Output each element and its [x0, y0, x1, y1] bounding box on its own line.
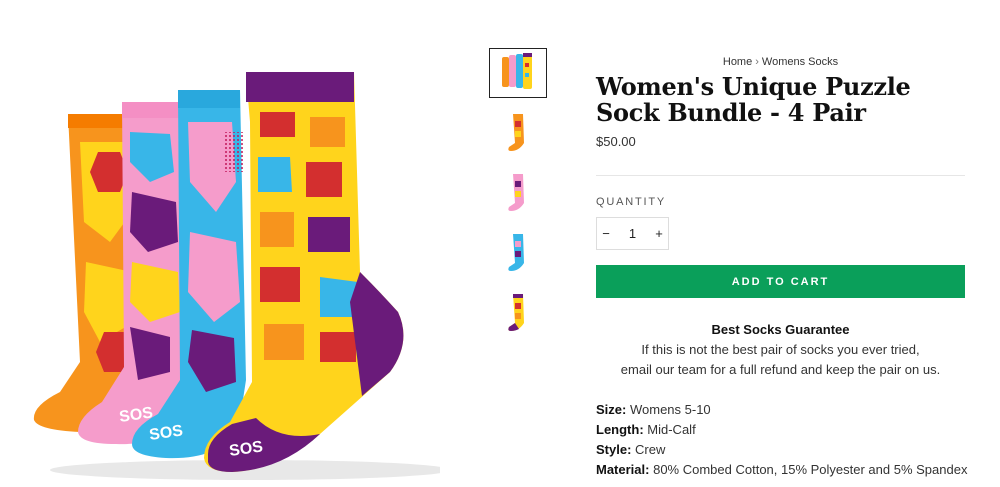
thumbnail-purple-sock[interactable] [489, 288, 547, 338]
product-price: $50.00 [596, 134, 636, 149]
spec-length: Length: Mid-Calf [596, 420, 965, 440]
thumbnail-blue-sock[interactable] [489, 228, 547, 278]
spec-material: Material: 80% Combed Cotton, 15% Polyest… [596, 460, 968, 480]
guarantee-block: Best Socks Guarantee If this is not the … [596, 322, 965, 377]
thumbnail-gallery [489, 48, 547, 348]
quantity-increase-button[interactable]: + [650, 226, 668, 241]
breadcrumb: Home › Womens Socks [596, 56, 965, 68]
divider [596, 175, 965, 176]
spec-size-key: Size: [596, 402, 627, 417]
spec-size: Size: Womens 5-10 [596, 400, 965, 420]
main-product-image[interactable]: SOS SOS SOS [20, 62, 450, 482]
guarantee-line-1: If this is not the best pair of socks yo… [641, 342, 920, 357]
guarantee-line-2: email our team for a full refund and kee… [620, 362, 941, 377]
spec-size-value: Womens 5-10 [629, 402, 711, 417]
spec-style: Style: Crew [596, 440, 965, 460]
quantity-label: QUANTITY [596, 196, 667, 208]
spec-length-value: Mid-Calf [647, 422, 696, 437]
breadcrumb-separator: › [755, 56, 759, 68]
product-title: Women's Unique Puzzle Sock Bundle - 4 Pa… [596, 72, 911, 127]
thumbnail-bundle[interactable] [489, 48, 547, 98]
quantity-decrease-button[interactable]: − [597, 226, 615, 241]
breadcrumb-home-link[interactable]: Home [723, 56, 752, 68]
thumbnail-pink-sock[interactable] [489, 168, 547, 218]
quantity-stepper: − 1 + [596, 217, 669, 250]
thumbnail-orange-sock[interactable] [489, 108, 547, 158]
add-to-cart-button[interactable]: ADD TO CART [596, 265, 965, 298]
product-specs: Size: Womens 5-10 Length: Mid-Calf Style… [596, 400, 968, 480]
product-info: Home › Womens Socks Women's Unique Puzzle … [596, 48, 968, 480]
spec-material-value: 80% Combed Cotton, 15% Polyester and 5% … [653, 462, 968, 477]
spec-style-value: Crew [635, 442, 666, 457]
guarantee-title: Best Socks Guarantee [711, 322, 850, 337]
spec-style-key: Style: [596, 442, 632, 457]
breadcrumb-category-link[interactable]: Womens Socks [762, 56, 838, 68]
quantity-input[interactable]: 1 [615, 226, 650, 241]
spec-material-key: Material: [596, 462, 650, 477]
spec-length-key: Length: [596, 422, 644, 437]
